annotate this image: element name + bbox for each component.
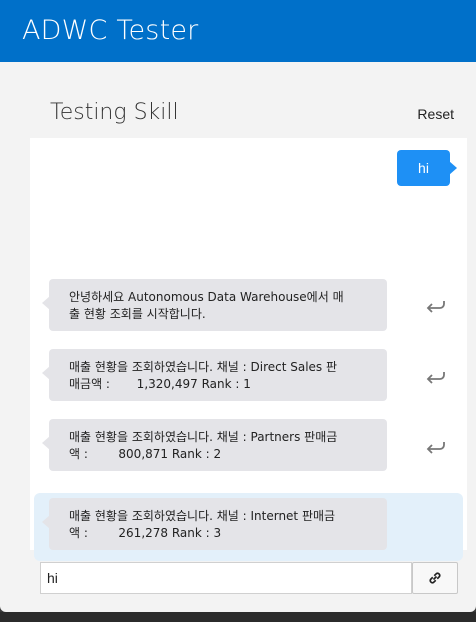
app-header: ADWC Tester [0, 0, 476, 62]
message-input[interactable] [40, 562, 412, 594]
bot-message-row: 안녕하세요 Autonomous Data Warehouse에서 매 출 현황… [34, 274, 463, 334]
bot-message-row: 매출 현황을 조회하였습니다. 채널 : Partners 판매금 액 : 80… [34, 417, 463, 477]
link-button[interactable] [412, 562, 458, 594]
bot-message-row: 매출 현황을 조회하였습니다. 채널 : Direct Sales 판 매금액 … [34, 345, 463, 405]
bot-message-bubble: 매출 현황을 조회하였습니다. 채널 : Internet 판매금 액 : 26… [42, 498, 387, 550]
replay-icon[interactable] [425, 437, 449, 461]
app-title: ADWC Tester [22, 15, 199, 46]
reset-button[interactable]: Reset [417, 106, 454, 122]
bot-message-bubble: 안녕하세요 Autonomous Data Warehouse에서 매 출 현황… [42, 279, 387, 331]
replay-icon[interactable] [425, 296, 449, 320]
conversation-pane[interactable]: hi 안녕하세요 Autonomous Data Warehouse에서 매 출… [30, 138, 467, 561]
bot-message-row-highlighted: 매출 현황을 조회하였습니다. 채널 : Internet 판매금 액 : 26… [34, 493, 463, 561]
tester-panel: Testing Skill Reset hi 안녕하세요 Autonomous … [0, 62, 476, 612]
bot-message-bubble: 매출 현황을 조회하였습니다. 채널 : Direct Sales 판 매금액 … [42, 349, 387, 401]
background-strip [0, 612, 476, 622]
user-message-bubble: hi [397, 150, 457, 186]
link-icon [429, 572, 441, 584]
skill-title: Testing Skill [50, 100, 179, 125]
replay-icon[interactable] [425, 367, 449, 391]
bot-message-bubble: 매출 현황을 조회하였습니다. 채널 : Partners 판매금 액 : 80… [42, 419, 387, 471]
